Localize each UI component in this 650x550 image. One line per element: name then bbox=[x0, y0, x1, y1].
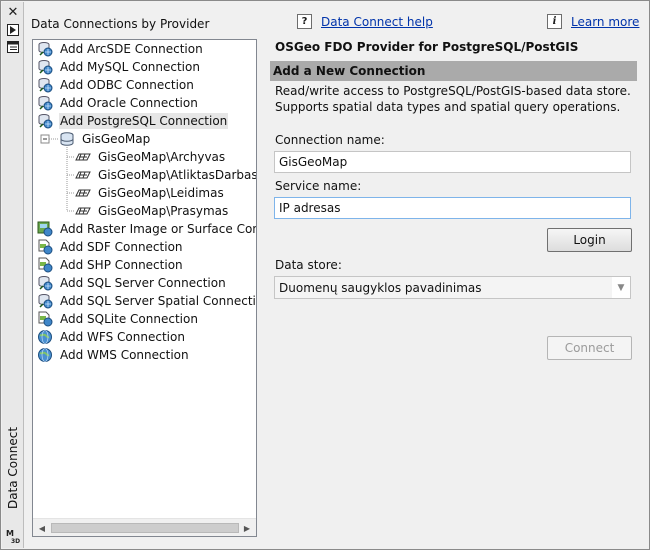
tree-item-label: GisGeoMap\Archyvas bbox=[98, 150, 226, 164]
provider-tree[interactable]: Add ArcSDE Connection Add MySQL Connectio… bbox=[32, 39, 257, 537]
map-3d-logo-icon: M 3D bbox=[5, 528, 21, 544]
tree-layer-item[interactable]: GisGeoMap\Prasymas bbox=[75, 202, 229, 220]
tree-database-item[interactable]: GisGeoMap bbox=[59, 130, 151, 148]
data-store-label: Data store: bbox=[275, 258, 342, 272]
tree-provider-item[interactable]: Add SQL Server Connection bbox=[37, 274, 227, 292]
data-connect-help-link[interactable]: Data Connect help bbox=[321, 15, 433, 29]
tree-item-label: Add SHP Connection bbox=[60, 258, 183, 272]
login-button[interactable]: Login bbox=[547, 228, 632, 252]
section-header: Add a New Connection bbox=[270, 61, 637, 81]
layer-icon bbox=[75, 185, 91, 201]
properties-icon[interactable] bbox=[5, 39, 21, 54]
close-icon[interactable]: ✕ bbox=[5, 5, 21, 20]
svg-text:M: M bbox=[6, 529, 14, 538]
db-globe-icon bbox=[37, 113, 53, 129]
tree-provider-item[interactable]: Add PostgreSQL Connection bbox=[37, 112, 229, 130]
providers-header: Data Connections by Provider bbox=[31, 17, 210, 31]
help-icon: ? bbox=[297, 14, 312, 29]
connect-button[interactable]: Connect bbox=[547, 336, 632, 360]
tree-item-label: Add SQL Server Connection bbox=[60, 276, 226, 290]
raster-icon bbox=[37, 221, 53, 237]
tree-layer-item[interactable]: GisGeoMap\AtliktasDarbas bbox=[75, 166, 256, 184]
tree-provider-item[interactable]: Add Raster Image or Surface Connect bbox=[37, 220, 256, 238]
db-globe-icon bbox=[37, 293, 53, 309]
file-globe-icon bbox=[37, 311, 53, 327]
tree-provider-item[interactable]: Add WMS Connection bbox=[37, 346, 190, 364]
connection-name-input[interactable] bbox=[274, 151, 631, 173]
tree-provider-item[interactable]: Add SDF Connection bbox=[37, 238, 184, 256]
data-store-select[interactable]: Duomenų saugyklos pavadinimas ▼ bbox=[274, 276, 631, 299]
tree-item-label: GisGeoMap\Prasymas bbox=[98, 204, 229, 218]
globe-icon bbox=[37, 347, 53, 363]
tree-item-label: GisGeoMap\AtliktasDarbas bbox=[98, 168, 256, 182]
learn-more-link[interactable]: Learn more bbox=[571, 15, 639, 29]
file-globe-icon bbox=[37, 239, 53, 255]
connection-name-label: Connection name: bbox=[275, 133, 385, 147]
palette-title: Data Connect bbox=[6, 426, 20, 510]
tree-item-label: Add Raster Image or Surface Connect bbox=[60, 222, 256, 236]
svg-text:3D: 3D bbox=[11, 538, 20, 544]
scroll-left-icon[interactable]: ◀ bbox=[37, 523, 47, 533]
tree-provider-item[interactable]: Add ArcSDE Connection bbox=[37, 40, 204, 58]
tree-item-label: Add ODBC Connection bbox=[60, 78, 194, 92]
chevron-down-icon[interactable]: ▼ bbox=[612, 277, 630, 298]
tree-provider-item[interactable]: Add SQL Server Spatial Connection bbox=[37, 292, 256, 310]
db-globe-icon bbox=[37, 59, 53, 75]
data-connect-palette: ✕ Data Connect M 3D Data Connections by P… bbox=[0, 0, 650, 550]
layer-icon bbox=[75, 203, 91, 219]
description-line-2: Supports spatial data types and spatial … bbox=[275, 100, 621, 114]
database-icon bbox=[59, 131, 75, 147]
palette-title-strip: ✕ Data Connect M 3D bbox=[2, 2, 24, 548]
description-line-1: Read/write access to PostgreSQL/PostGIS-… bbox=[275, 84, 631, 98]
service-name-label: Service name: bbox=[275, 179, 362, 193]
data-connect-help[interactable]: ? Data Connect help bbox=[297, 14, 433, 29]
tree-layer-item[interactable]: GisGeoMap\Archyvas bbox=[75, 148, 226, 166]
db-globe-icon bbox=[37, 77, 53, 93]
db-globe-icon bbox=[37, 41, 53, 57]
data-store-value: Duomenų saugyklos pavadinimas bbox=[275, 277, 612, 298]
auto-hide-icon[interactable] bbox=[5, 22, 21, 37]
tree-provider-item[interactable]: Add SQLite Connection bbox=[37, 310, 199, 328]
tree-item-label: Add SQL Server Spatial Connection bbox=[60, 294, 256, 308]
tree-provider-item[interactable]: Add MySQL Connection bbox=[37, 58, 201, 76]
db-globe-icon bbox=[37, 275, 53, 291]
tree-item-label: Add WFS Connection bbox=[60, 330, 185, 344]
tree-item-label: Add ArcSDE Connection bbox=[60, 42, 203, 56]
tree-item-label: Add SQLite Connection bbox=[60, 312, 198, 326]
provider-title: OSGeo FDO Provider for PostgreSQL/PostGI… bbox=[275, 40, 579, 54]
tree-item-label: GisGeoMap\Leidimas bbox=[98, 186, 224, 200]
collapse-toggle-icon[interactable] bbox=[40, 134, 50, 144]
tree-provider-item[interactable]: Add WFS Connection bbox=[37, 328, 186, 346]
scroll-right-icon[interactable]: ▶ bbox=[242, 523, 252, 533]
horizontal-scrollbar[interactable]: ◀ ▶ bbox=[33, 518, 256, 536]
scroll-thumb[interactable] bbox=[51, 523, 239, 533]
tree-item-label: Add MySQL Connection bbox=[60, 60, 200, 74]
service-name-input[interactable] bbox=[274, 197, 631, 219]
tree-item-label: Add PostgreSQL Connection bbox=[59, 113, 229, 129]
learn-more[interactable]: i Learn more bbox=[547, 14, 639, 29]
info-icon: i bbox=[547, 14, 562, 29]
tree-provider-item[interactable]: Add SHP Connection bbox=[37, 256, 184, 274]
tree-item-label: GisGeoMap bbox=[82, 132, 151, 146]
globe-icon bbox=[37, 329, 53, 345]
tree-viewport: Add ArcSDE Connection Add MySQL Connectio… bbox=[33, 40, 256, 518]
layer-icon bbox=[75, 149, 91, 165]
tree-item-label: Add SDF Connection bbox=[60, 240, 183, 254]
tree-item-label: Add Oracle Connection bbox=[60, 96, 198, 110]
tree-provider-item[interactable]: Add ODBC Connection bbox=[37, 76, 195, 94]
db-globe-icon bbox=[37, 95, 53, 111]
provider-description: Read/write access to PostgreSQL/PostGIS-… bbox=[275, 83, 635, 115]
tree-layer-item[interactable]: GisGeoMap\Leidimas bbox=[75, 184, 225, 202]
file-globe-icon bbox=[37, 257, 53, 273]
tree-provider-item[interactable]: Add Oracle Connection bbox=[37, 94, 199, 112]
layer-icon bbox=[75, 167, 91, 183]
tree-item-label: Add WMS Connection bbox=[60, 348, 189, 362]
